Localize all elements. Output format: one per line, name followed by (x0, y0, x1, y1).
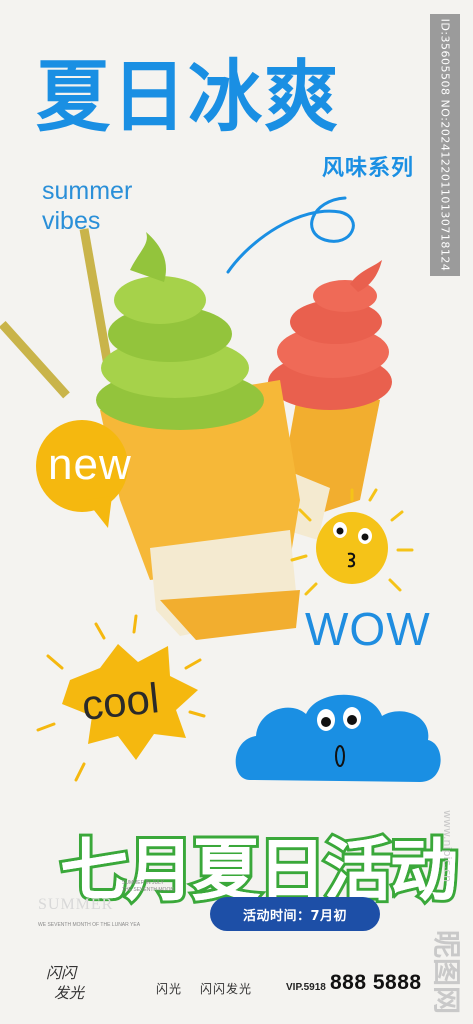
green-ice-cream-icon (96, 232, 300, 640)
new-sticker-label: new (48, 440, 132, 489)
vip-label: VIP.5918 (286, 982, 326, 993)
phone-number: 888 5888 (330, 971, 422, 994)
site-watermark: www.nipic.cn 昵图网 (430, 810, 466, 1020)
image-id-watermark: ID:35605508 NO:20241220110130718124 (430, 14, 460, 276)
brand-logo-line2: 发光 (54, 984, 85, 1002)
event-time-badge: 活动时间：7月初 (210, 897, 380, 931)
wow-sticker-label: WOW (305, 603, 431, 655)
footer-text-b: 闪闪发光 (200, 982, 253, 996)
page-title: 夏日冰爽 (36, 51, 340, 143)
straw-icon (0, 320, 70, 399)
poster: 夏日冰爽 风味系列 summer vibes ID:35605508 NO:20… (0, 0, 473, 1024)
swirl-doodle (226, 196, 355, 274)
event-english-small-left: WE SEVENTH MONTH OF THE LUNAR YEA (38, 922, 141, 928)
tagline-line2: vibes (42, 207, 101, 235)
footer-text-a: 闪光 (156, 982, 183, 996)
site-watermark-url: www.nipic.cn (441, 810, 454, 883)
page-subtitle: 风味系列 (322, 156, 415, 181)
tagline: summer vibes (42, 176, 132, 236)
event-english-text: SUMMER WE SEVENTH MONTH OF THE LUNAR YEA (38, 896, 218, 928)
cool-sticker-label: cool (79, 674, 162, 729)
site-watermark-logo: 昵图网 (430, 930, 463, 1015)
brand-logo: 闪闪 发光 (42, 962, 112, 1008)
event-english-small-right: SUMMER IN JULY THE SEVENTH MOON (122, 880, 174, 893)
event-english-big: SUMMER (38, 896, 114, 913)
tagline-line1: summer (42, 177, 133, 205)
cloud-face-icon (235, 694, 441, 782)
brand-logo-line1: 闪闪 (46, 964, 77, 982)
